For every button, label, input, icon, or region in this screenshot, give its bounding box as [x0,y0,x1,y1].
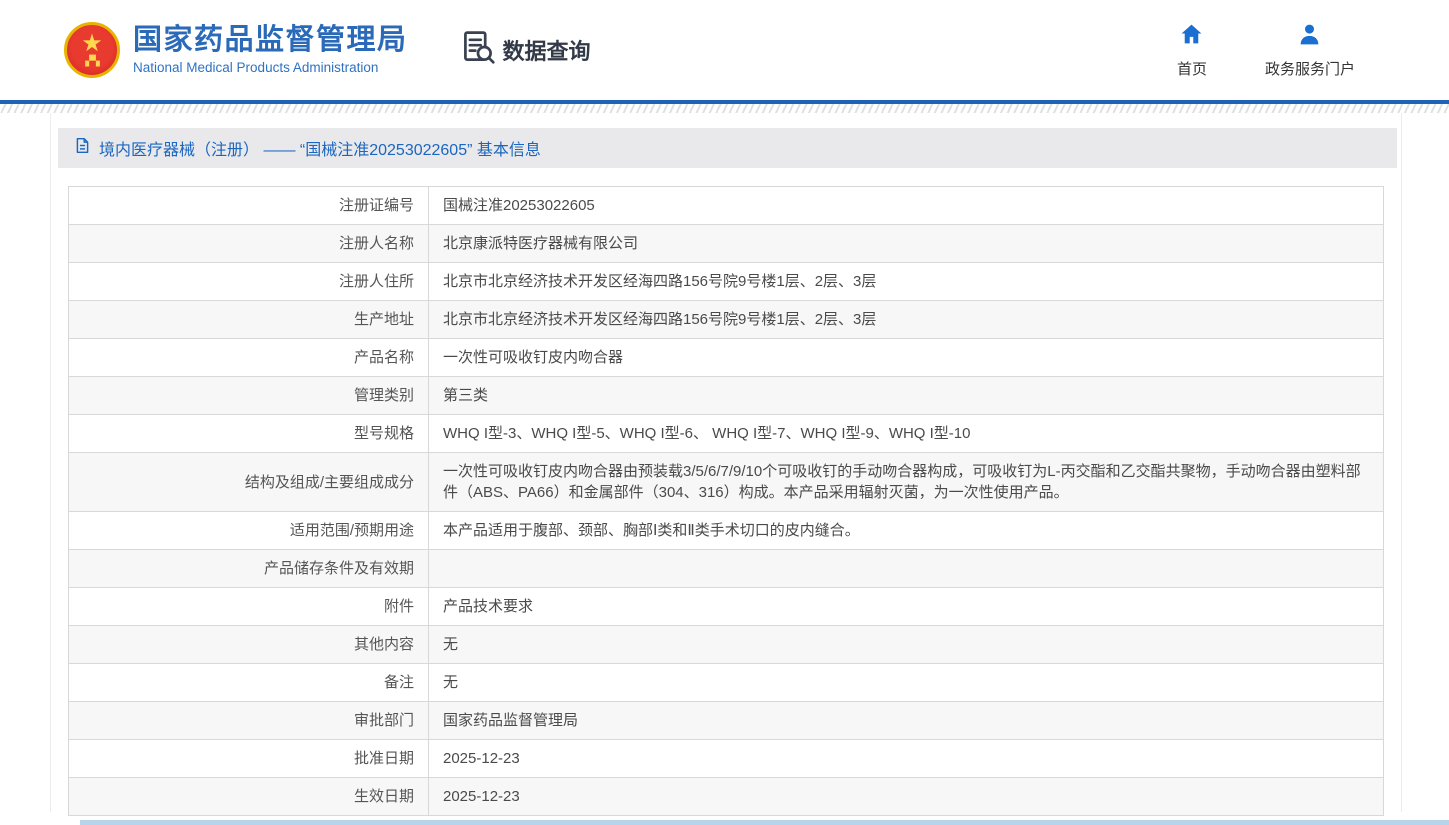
row-label: 结构及组成/主要组成成分 [69,453,429,512]
page-title: 境内医疗器械（注册） —— “国械注准20253022605” 基本信息 [99,136,541,160]
row-label: 其他内容 [69,626,429,664]
row-label: 管理类别 [69,377,429,415]
row-label: 产品名称 [69,339,429,377]
data-query-label: 数据查询 [503,34,591,66]
row-value: WHQ I型-3、WHQ I型-5、WHQ I型-6、 WHQ I型-7、WHQ… [429,415,1384,453]
row-value: 第三类 [429,377,1384,415]
table-row: 附件 产品技术要求 [69,588,1384,626]
table-row: 生产地址 北京市北京经济技术开发区经海四路156号院9号楼1层、2层、3层 [69,301,1384,339]
row-value: 一次性可吸收钉皮内吻合器由预装载3/5/6/7/9/10个可吸收钉的手动吻合器构… [429,453,1384,512]
row-value: 国械注准20253022605 [429,187,1384,225]
row-value: 北京市北京经济技术开发区经海四路156号院9号楼1层、2层、3层 [429,263,1384,301]
row-value: 2025-12-23 [429,740,1384,778]
row-value: 本产品适用于腹部、颈部、胸部Ⅰ类和Ⅱ类手术切口的皮内缝合。 [429,512,1384,550]
top-navigation: 首页 政务服务门户 [1177,22,1401,79]
data-query-link[interactable]: 数据查询 [460,29,591,71]
row-label: 生产地址 [69,301,429,339]
row-label: 产品储存条件及有效期 [69,550,429,588]
table-row: 结构及组成/主要组成成分 一次性可吸收钉皮内吻合器由预装载3/5/6/7/9/1… [69,453,1384,512]
home-icon [1179,22,1204,51]
nav-portal[interactable]: 政务服务门户 [1265,22,1355,79]
table-row: 备注 无 [69,664,1384,702]
row-label: 型号规格 [69,415,429,453]
row-value: 无 [429,664,1384,702]
table-row: 产品储存条件及有效期 [69,550,1384,588]
table-row: 生效日期 2025-12-23 [69,778,1384,816]
row-label: 注册证编号 [69,187,429,225]
table-row: 管理类别 第三类 [69,377,1384,415]
document-icon [74,137,91,159]
table-row: 注册人住所 北京市北京经济技术开发区经海四路156号院9号楼1层、2层、3层 [69,263,1384,301]
table-row: 型号规格 WHQ I型-3、WHQ I型-5、WHQ I型-6、 WHQ I型-… [69,415,1384,453]
table-row: 注册证编号 国械注准20253022605 [69,187,1384,225]
row-label: 注册人名称 [69,225,429,263]
breadcrumb: 境内医疗器械（注册） —— “国械注准20253022605” 基本信息 [58,128,1397,168]
row-label: 附件 [69,588,429,626]
info-table: 注册证编号 国械注准20253022605 注册人名称 北京康派特医疗器械有限公… [68,186,1384,816]
user-icon [1297,22,1322,51]
document-search-icon [460,29,496,71]
row-label: 注册人住所 [69,263,429,301]
row-label: 生效日期 [69,778,429,816]
row-value: 无 [429,626,1384,664]
row-value [429,550,1384,588]
nav-home[interactable]: 首页 [1177,22,1207,79]
table-row: 审批部门 国家药品监督管理局 [69,702,1384,740]
row-value: 北京康派特医疗器械有限公司 [429,225,1384,263]
nav-portal-label: 政务服务门户 [1265,58,1355,79]
site-title-block: 国家药品监督管理局 National Medical Products Admi… [133,25,408,76]
table-row: 批准日期 2025-12-23 [69,740,1384,778]
row-value: 2025-12-23 [429,778,1384,816]
row-label: 适用范围/预期用途 [69,512,429,550]
table-row: 产品名称 一次性可吸收钉皮内吻合器 [69,339,1384,377]
row-value: 产品技术要求 [429,588,1384,626]
site-header: ★ ▞▚ 国家药品监督管理局 National Medical Products… [0,0,1449,100]
site-title: 国家药品监督管理局 [133,25,408,57]
content-card: 境内医疗器械（注册） —— “国械注准20253022605” 基本信息 注册证… [50,113,1402,812]
row-label: 批准日期 [69,740,429,778]
table-row: 注册人名称 北京康派特医疗器械有限公司 [69,225,1384,263]
table-row: 适用范围/预期用途 本产品适用于腹部、颈部、胸部Ⅰ类和Ⅱ类手术切口的皮内缝合。 [69,512,1384,550]
row-value: 北京市北京经济技术开发区经海四路156号院9号楼1层、2层、3层 [429,301,1384,339]
row-value: 国家药品监督管理局 [429,702,1384,740]
row-label: 审批部门 [69,702,429,740]
national-emblem-icon: ★ ▞▚ [64,22,120,78]
site-logo[interactable]: ★ ▞▚ 国家药品监督管理局 National Medical Products… [64,22,408,78]
info-table-body: 注册证编号 国械注准20253022605 注册人名称 北京康派特医疗器械有限公… [69,187,1384,816]
bottom-strip [80,820,1449,825]
site-subtitle: National Medical Products Administration [133,60,408,75]
row-value: 一次性可吸收钉皮内吻合器 [429,339,1384,377]
hatch-band [0,104,1449,113]
row-label: 备注 [69,664,429,702]
nav-home-label: 首页 [1177,58,1207,79]
table-row: 其他内容 无 [69,626,1384,664]
